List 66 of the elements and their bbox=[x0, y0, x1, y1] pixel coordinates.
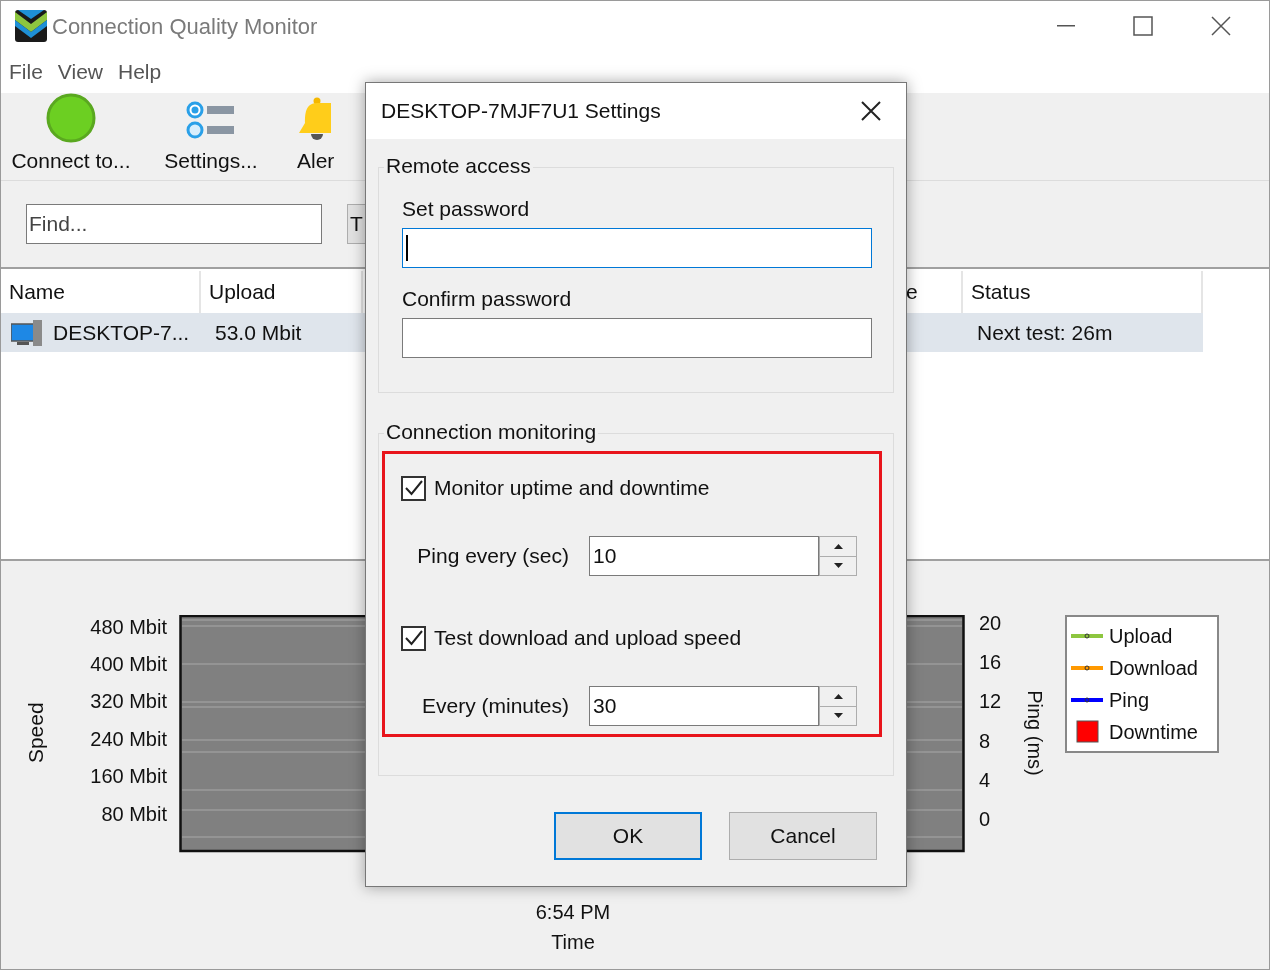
spin-buttons[interactable] bbox=[819, 686, 857, 726]
down-arrow-icon bbox=[833, 563, 843, 569]
axis-label: 240 Mbit bbox=[90, 726, 167, 752]
password-field[interactable] bbox=[402, 318, 872, 358]
toolbar-button[interactable]: Settings... bbox=[151, 100, 271, 176]
axis-label: 0 bbox=[979, 807, 992, 833]
maximize-icon[interactable] bbox=[1133, 16, 1153, 36]
bell-icon bbox=[297, 96, 331, 143]
axis-label: 16 bbox=[979, 650, 1003, 675]
check-icon bbox=[404, 630, 423, 646]
legend-label: Downtime bbox=[1109, 720, 1198, 745]
column-header[interactable]: e bbox=[906, 276, 918, 308]
close-icon[interactable] bbox=[861, 101, 881, 121]
legend-label: Upload bbox=[1109, 624, 1173, 649]
dialog-button[interactable]: OK bbox=[554, 812, 702, 860]
table-cell-text: 53.0 Mbit bbox=[214, 319, 303, 346]
legend-label: Download bbox=[1109, 656, 1198, 681]
password-field[interactable] bbox=[402, 228, 872, 268]
dialog-button[interactable]: Cancel bbox=[729, 812, 877, 860]
legend-label: Ping bbox=[1109, 688, 1150, 713]
axis-label: 12 bbox=[979, 689, 1003, 715]
number-field[interactable]: 30 bbox=[589, 686, 819, 726]
check-icon bbox=[404, 480, 423, 496]
axis-label: 8 bbox=[979, 728, 992, 754]
up-arrow-icon bbox=[833, 543, 843, 549]
checkbox[interactable] bbox=[401, 625, 426, 651]
dialog-title: DESKTOP-7MJF7U1 Settings bbox=[381, 98, 661, 125]
axis-label: 6:54 PM bbox=[535, 900, 611, 925]
axis-label: 400 Mbit bbox=[90, 652, 167, 678]
axis-label: 80 Mbit bbox=[101, 801, 167, 827]
up-arrow-icon bbox=[833, 693, 843, 699]
axis-title: Speed bbox=[22, 702, 48, 764]
table-cell-text: DESKTOP-7... bbox=[53, 319, 190, 346]
minimize-icon[interactable] bbox=[1057, 25, 1075, 27]
table-cell-text: Next test: 26m bbox=[976, 319, 1113, 346]
checkbox-label[interactable]: Test download and upload speed bbox=[434, 622, 742, 654]
checkbox[interactable] bbox=[401, 475, 426, 501]
circle-icon bbox=[46, 92, 96, 143]
close-icon[interactable] bbox=[1211, 16, 1231, 36]
axis-title: Ping (ms) bbox=[1023, 690, 1047, 776]
number-field[interactable]: 10 bbox=[589, 536, 819, 576]
down-arrow-icon bbox=[833, 713, 843, 719]
axis-label: 20 bbox=[979, 610, 1003, 636]
field-label: Set password bbox=[402, 196, 531, 223]
menu-item[interactable]: View bbox=[57, 56, 103, 88]
column-header[interactable]: Name bbox=[9, 276, 66, 308]
menu-item[interactable]: Help bbox=[118, 56, 162, 88]
toolbar-button[interactable]: Connect to... bbox=[1, 92, 141, 176]
axis-title: Time bbox=[551, 930, 595, 955]
column-header[interactable]: Upload bbox=[209, 276, 276, 308]
field-label: Confirm password bbox=[402, 286, 573, 313]
checkbox-label[interactable]: Monitor uptime and downtime bbox=[434, 472, 710, 504]
axis-label: 320 Mbit bbox=[90, 689, 167, 715]
toolbar-button[interactable]: Aler bbox=[293, 96, 363, 176]
spin-buttons[interactable] bbox=[819, 536, 857, 576]
axis-label: 480 Mbit bbox=[90, 614, 167, 640]
field-label: Ping every (sec) bbox=[416, 543, 570, 570]
search-field[interactable]: Find... bbox=[26, 204, 322, 244]
column-header[interactable]: Status bbox=[971, 276, 1031, 308]
window-title: Connection Quality Monitor bbox=[52, 12, 318, 41]
app-logo-icon bbox=[15, 10, 47, 42]
menu-item[interactable]: File bbox=[9, 56, 43, 88]
computer-icon bbox=[11, 318, 43, 347]
axis-label: 4 bbox=[979, 767, 992, 793]
axis-label: 160 Mbit bbox=[90, 764, 167, 790]
field-label: Every (minutes) bbox=[420, 693, 570, 720]
